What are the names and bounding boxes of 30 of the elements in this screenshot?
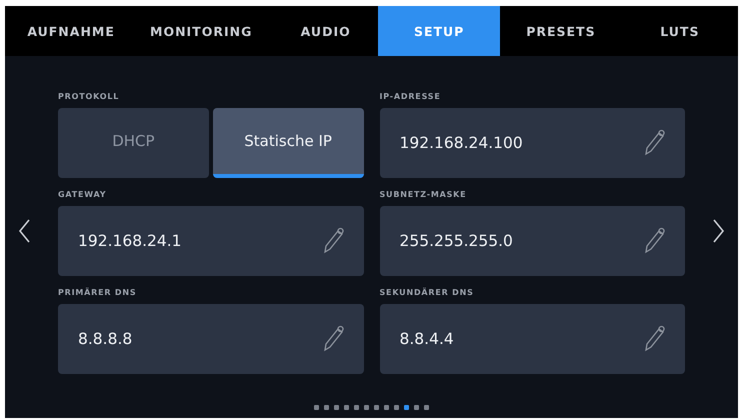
tab[interactable]: PRESETS bbox=[500, 6, 622, 56]
protocol-option[interactable]: DHCP bbox=[58, 108, 209, 178]
input-field[interactable]: 192.168.24.100 bbox=[380, 108, 685, 178]
pencil-icon[interactable] bbox=[322, 324, 344, 352]
field-value: 8.8.8.8 bbox=[78, 330, 132, 348]
next-icon[interactable] bbox=[712, 218, 726, 244]
tab[interactable]: AUFNAHME bbox=[13, 6, 130, 56]
field-label: PROTOKOLL bbox=[58, 92, 120, 100]
input-field[interactable]: 8.8.8.8 bbox=[58, 304, 364, 374]
field-value: 192.168.24.1 bbox=[78, 232, 182, 250]
pencil-icon[interactable] bbox=[322, 226, 344, 254]
tab[interactable]: LUTS bbox=[622, 6, 738, 56]
pencil-icon[interactable] bbox=[643, 324, 665, 352]
field-value: 192.168.24.100 bbox=[400, 134, 523, 152]
protocol-option[interactable]: Statische IP bbox=[212, 108, 364, 178]
field-label: GATEWAY bbox=[58, 190, 108, 198]
field-label: PRIMÄRER DNS bbox=[58, 288, 138, 296]
pencil-icon[interactable] bbox=[643, 128, 665, 156]
tab[interactable]: AUDIO bbox=[273, 6, 378, 56]
input-field[interactable]: 192.168.24.1 bbox=[58, 206, 364, 276]
tab[interactable]: MONITORING bbox=[129, 6, 274, 56]
input-field[interactable]: 255.255.255.0 bbox=[380, 206, 685, 276]
field-label: SEKUNDÄRER DNS bbox=[380, 288, 475, 296]
field-label: IP-ADRESSE bbox=[380, 92, 442, 100]
previous-icon[interactable] bbox=[17, 218, 31, 244]
field-value: 8.8.4.4 bbox=[400, 330, 454, 348]
field-value: 255.255.255.0 bbox=[400, 232, 513, 250]
input-field[interactable]: 8.8.4.4 bbox=[380, 304, 685, 374]
pencil-icon[interactable] bbox=[643, 226, 665, 254]
field-label: SUBNETZ-MASKE bbox=[380, 190, 468, 198]
